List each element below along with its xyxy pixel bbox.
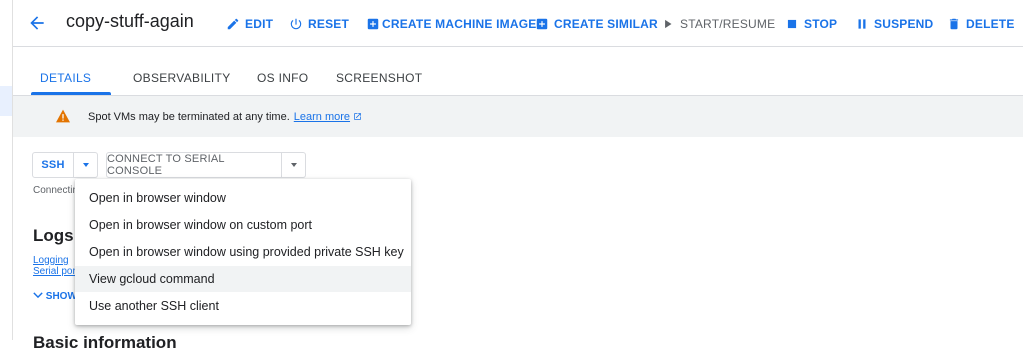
- start-resume-button[interactable]: START/RESUME: [661, 16, 775, 32]
- logging-link[interactable]: Logging: [33, 255, 75, 266]
- spot-vm-banner: Spot VMs may be terminated at any time. L…: [13, 96, 1023, 137]
- create-machine-image-label: CREATE MACHINE IMAGE: [382, 17, 537, 31]
- serial-console-dropdown-toggle[interactable]: [282, 152, 306, 178]
- delete-button[interactable]: DELETE: [947, 16, 1015, 32]
- serial-console-button[interactable]: CONNECT TO SERIAL CONSOLE: [106, 152, 282, 178]
- menu-item-open-private-key[interactable]: Open in browser window using provided pr…: [75, 239, 411, 265]
- add-box-icon: [367, 18, 379, 30]
- reset-button[interactable]: RESET: [289, 16, 349, 32]
- play-icon: [665, 19, 672, 29]
- ssh-options-menu: Open in browser window Open in browser w…: [75, 179, 411, 325]
- stop-icon: [787, 19, 797, 29]
- pause-icon: [858, 19, 866, 29]
- warning-icon: [56, 109, 70, 123]
- tab-details[interactable]: DETAILS: [40, 71, 91, 85]
- show-more-label: SHOW: [45, 291, 75, 302]
- serial-console-label: CONNECT TO SERIAL CONSOLE: [107, 153, 225, 177]
- start-resume-label: START/RESUME: [680, 17, 776, 31]
- learn-more-label: Learn more: [293, 111, 351, 123]
- serial-port-link[interactable]: Serial port: [33, 266, 75, 277]
- connection-status: Connecting: [33, 185, 75, 196]
- tab-observability[interactable]: OBSERVABILITY: [133, 71, 231, 85]
- back-arrow-icon[interactable]: [27, 13, 47, 33]
- power-icon: [290, 18, 302, 30]
- menu-item-another-ssh-client[interactable]: Use another SSH client: [75, 293, 411, 319]
- pencil-icon: [227, 18, 239, 30]
- delete-label: DELETE: [966, 17, 1015, 31]
- banner-text: Spot VMs may be terminated at any time.: [88, 111, 290, 123]
- create-similar-button[interactable]: CREATE SIMILAR: [535, 16, 658, 32]
- logs-heading: Logs: [33, 226, 74, 245]
- ssh-dropdown-toggle[interactable]: [74, 152, 98, 178]
- edit-label: EDIT: [245, 17, 274, 31]
- edit-button[interactable]: EDIT: [226, 16, 273, 32]
- chevron-down-icon: [33, 292, 43, 299]
- suspend-label: SUSPEND: [874, 17, 934, 31]
- add-similar-icon: [536, 18, 548, 30]
- tab-screenshot[interactable]: SCREENSHOT: [336, 71, 422, 85]
- stop-label: STOP: [804, 17, 838, 31]
- toolbar: copy-stuff-again EDIT RESET CREATE MACHI…: [13, 0, 1023, 47]
- basic-information-heading: Basic information: [33, 333, 177, 352]
- reset-label: RESET: [308, 17, 350, 31]
- trash-icon: [949, 18, 959, 30]
- banner-message: Spot VMs may be terminated at any time. L…: [88, 111, 362, 123]
- ssh-button[interactable]: SSH: [32, 152, 74, 178]
- menu-item-open-browser[interactable]: Open in browser window: [75, 185, 411, 211]
- active-tab-indicator: [31, 92, 111, 95]
- create-machine-image-button[interactable]: CREATE MACHINE IMAGE: [366, 16, 536, 32]
- menu-item-view-gcloud-command[interactable]: View gcloud command: [75, 266, 411, 292]
- menu-item-open-custom-port[interactable]: Open in browser window on custom port: [75, 212, 411, 238]
- left-nav-selected-item[interactable]: [0, 86, 12, 116]
- tab-os-info[interactable]: OS INFO: [257, 71, 308, 85]
- ssh-label: SSH: [41, 159, 65, 171]
- show-more-toggle[interactable]: SHOW: [33, 291, 75, 302]
- suspend-button[interactable]: SUSPEND: [855, 16, 933, 32]
- learn-more-link[interactable]: Learn more: [294, 111, 362, 123]
- left-nav-rail: [0, 0, 13, 340]
- page-title: copy-stuff-again: [66, 11, 194, 31]
- stop-button[interactable]: STOP: [785, 16, 837, 32]
- create-similar-label: CREATE SIMILAR: [554, 17, 658, 31]
- external-link-icon: [354, 113, 361, 120]
- tab-bar: DETAILS OBSERVABILITY OS INFO SCREENSHOT: [13, 63, 1023, 96]
